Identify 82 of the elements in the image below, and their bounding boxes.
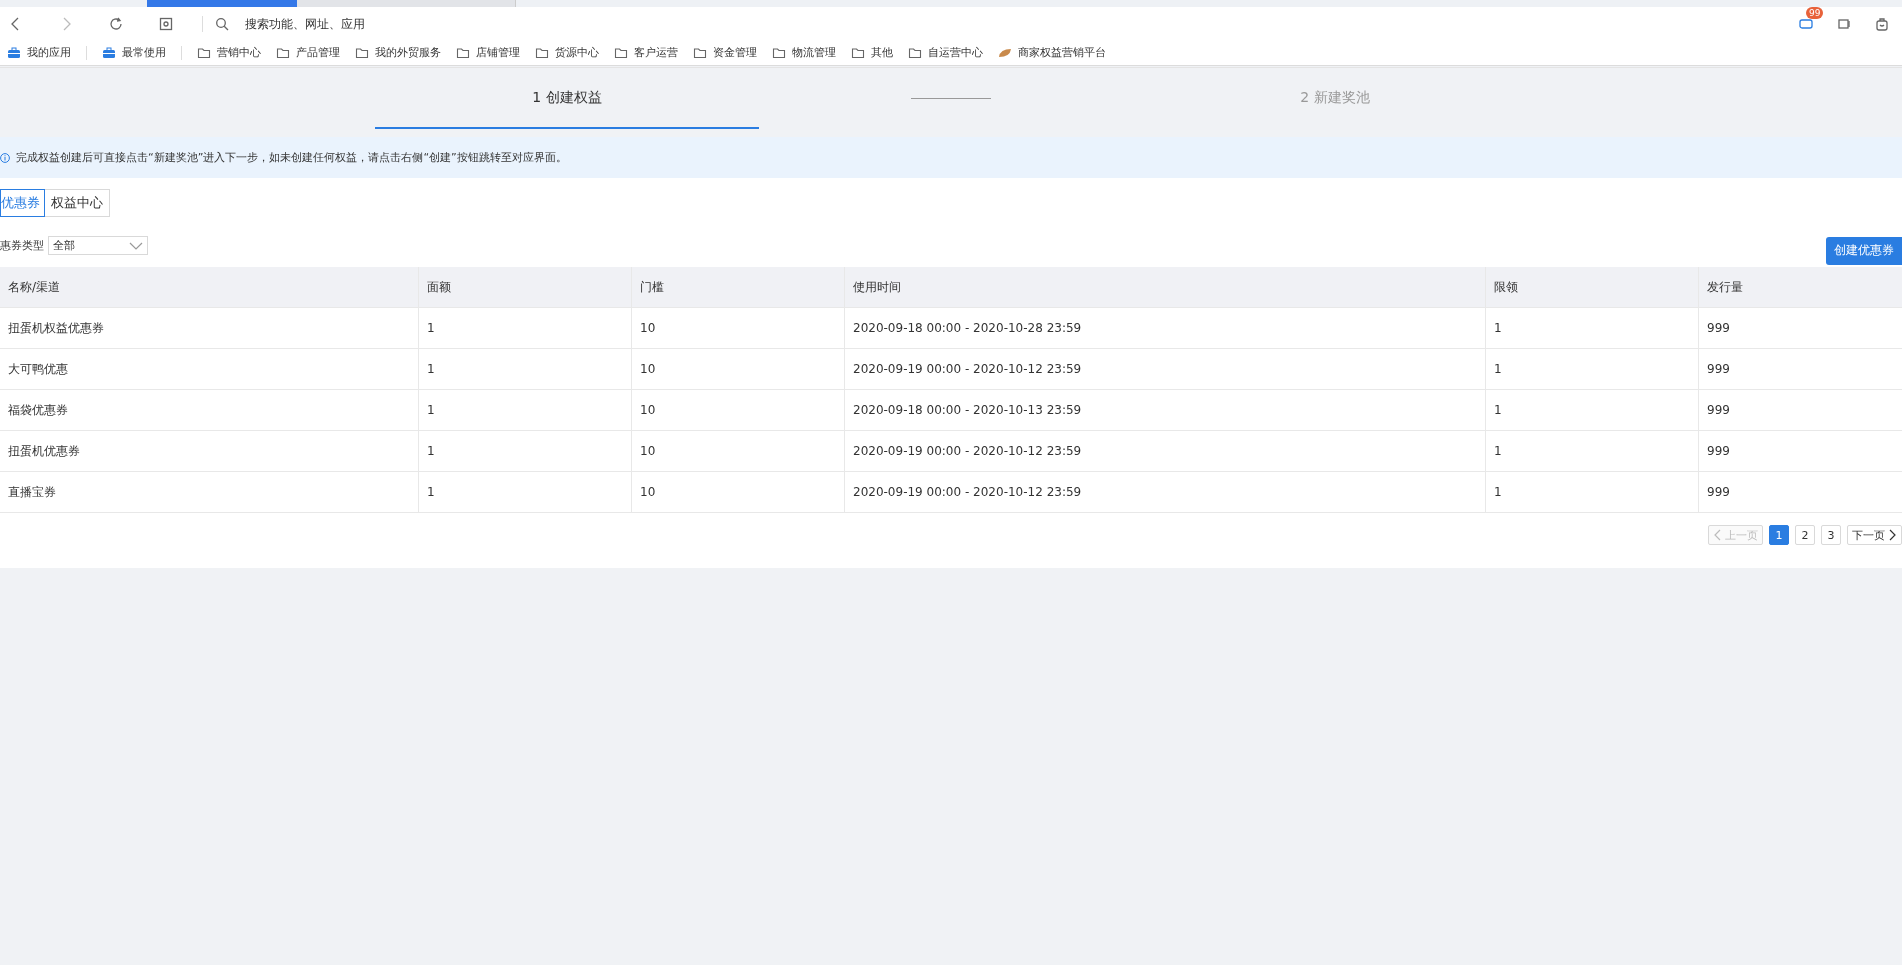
coupon-type-select[interactable]: 全部 bbox=[48, 236, 148, 255]
create-coupon-button[interactable]: 创建优惠券 bbox=[1826, 236, 1902, 265]
bookmark-link[interactable]: 营销中心 bbox=[197, 45, 261, 60]
page-button[interactable]: 2 bbox=[1795, 525, 1815, 545]
info-icon bbox=[0, 152, 10, 163]
table-cell: 10 bbox=[631, 307, 845, 349]
chevron-left-icon bbox=[1713, 529, 1721, 541]
table-cell: 1 bbox=[418, 348, 632, 390]
bookmark-link[interactable]: 最常使用 bbox=[102, 45, 166, 60]
table-cell: 扭蛋机权益优惠券 bbox=[0, 307, 419, 349]
leaf-icon bbox=[998, 46, 1012, 59]
bookmark-link[interactable]: 我的应用 bbox=[7, 45, 71, 60]
folder-icon bbox=[614, 46, 628, 59]
bookmark-link[interactable]: 客户运营 bbox=[614, 45, 678, 60]
table-cell: 1 bbox=[418, 430, 632, 472]
table-cell: 1 bbox=[1485, 307, 1699, 349]
bookmark-link[interactable]: 物流管理 bbox=[772, 45, 836, 60]
folder-icon bbox=[355, 46, 369, 59]
folder-icon bbox=[693, 46, 707, 59]
briefcase-icon bbox=[7, 46, 21, 59]
table-cell: 999 bbox=[1698, 471, 1902, 513]
table-cell: 大可鸭优惠 bbox=[0, 348, 419, 390]
frame-icon[interactable] bbox=[158, 15, 174, 32]
table-cell: 10 bbox=[631, 430, 845, 472]
column-header: 发行量 bbox=[1698, 267, 1902, 308]
page-button[interactable]: 3 bbox=[1821, 525, 1841, 545]
bookmark-link[interactable]: 产品管理 bbox=[276, 45, 340, 60]
folder-icon bbox=[276, 46, 290, 59]
table-cell: 1 bbox=[1485, 389, 1699, 431]
bookmark-link[interactable]: 资金管理 bbox=[693, 45, 757, 60]
chevron-down-icon bbox=[129, 241, 143, 250]
folder-icon bbox=[851, 46, 865, 59]
column-header: 使用时间 bbox=[844, 267, 1486, 308]
table-cell: 扭蛋机优惠券 bbox=[0, 430, 419, 472]
column-header: 面额 bbox=[418, 267, 632, 308]
table-cell: 2020-09-19 00:00 - 2020-10-12 23:59 bbox=[844, 348, 1486, 390]
notice-text: 完成权益创建后可直接点击“新建奖池”进入下一步，如未创建任何权益，请点击右侧“创建”按钮跳转至对应界面。 bbox=[16, 150, 567, 165]
table-cell: 999 bbox=[1698, 389, 1902, 431]
bookmark-link[interactable]: 我的外贸服务 bbox=[355, 45, 441, 60]
bookmark-link[interactable]: 货源中心 bbox=[535, 45, 599, 60]
bookmark-link[interactable]: 其他 bbox=[851, 45, 893, 60]
table-cell: 1 bbox=[418, 307, 632, 349]
table-cell: 10 bbox=[631, 348, 845, 390]
search-field[interactable]: 搜索功能、网址、应用 bbox=[243, 15, 587, 32]
table-cell: 1 bbox=[1485, 471, 1699, 513]
bookmark-link[interactable]: 店铺管理 bbox=[456, 45, 520, 60]
bookmark-link[interactable]: 自运营中心 bbox=[908, 45, 983, 60]
folder-icon bbox=[456, 46, 470, 59]
column-header: 门槛 bbox=[631, 267, 845, 308]
folder-icon bbox=[772, 46, 786, 59]
bag-icon[interactable] bbox=[1874, 15, 1890, 32]
column-header: 名称/渠道 bbox=[0, 267, 419, 308]
table-cell: 福袋优惠券 bbox=[0, 389, 419, 431]
table-cell: 999 bbox=[1698, 430, 1902, 472]
table-cell: 10 bbox=[631, 471, 845, 513]
table-cell: 2020-09-19 00:00 - 2020-10-12 23:59 bbox=[844, 430, 1486, 472]
filter-label: 惠券类型 bbox=[0, 238, 44, 253]
table-cell: 10 bbox=[631, 389, 845, 431]
reload-icon[interactable] bbox=[108, 15, 124, 32]
table-cell: 1 bbox=[418, 389, 632, 431]
folder-icon bbox=[197, 46, 211, 59]
tab[interactable]: 优惠券 bbox=[0, 189, 45, 217]
page-button[interactable]: 1 bbox=[1769, 525, 1789, 545]
table-cell: 2020-09-18 00:00 - 2020-10-28 23:59 bbox=[844, 307, 1486, 349]
table-cell: 1 bbox=[1485, 430, 1699, 472]
bookmark-link[interactable]: 商家权益营销平台 bbox=[998, 45, 1106, 60]
table-cell: 1 bbox=[418, 471, 632, 513]
tab[interactable]: 权益中心 bbox=[44, 189, 110, 217]
folder-icon bbox=[908, 46, 922, 59]
chevron-right-icon bbox=[1889, 529, 1897, 541]
table-cell: 直播宝券 bbox=[0, 471, 419, 513]
table-cell: 2020-09-18 00:00 - 2020-10-13 23:59 bbox=[844, 389, 1486, 431]
column-header: 限领 bbox=[1485, 267, 1699, 308]
step-tab[interactable]: 1 创建权益 bbox=[375, 68, 759, 129]
next-page-button[interactable]: 下一页 bbox=[1847, 525, 1902, 545]
table-cell: 2020-09-19 00:00 - 2020-10-12 23:59 bbox=[844, 471, 1486, 513]
table-cell: 999 bbox=[1698, 348, 1902, 390]
search-icon bbox=[215, 16, 229, 31]
folder-icon bbox=[535, 46, 549, 59]
briefcase-icon bbox=[102, 46, 116, 59]
table-cell: 1 bbox=[1485, 348, 1699, 390]
table-cell: 999 bbox=[1698, 307, 1902, 349]
